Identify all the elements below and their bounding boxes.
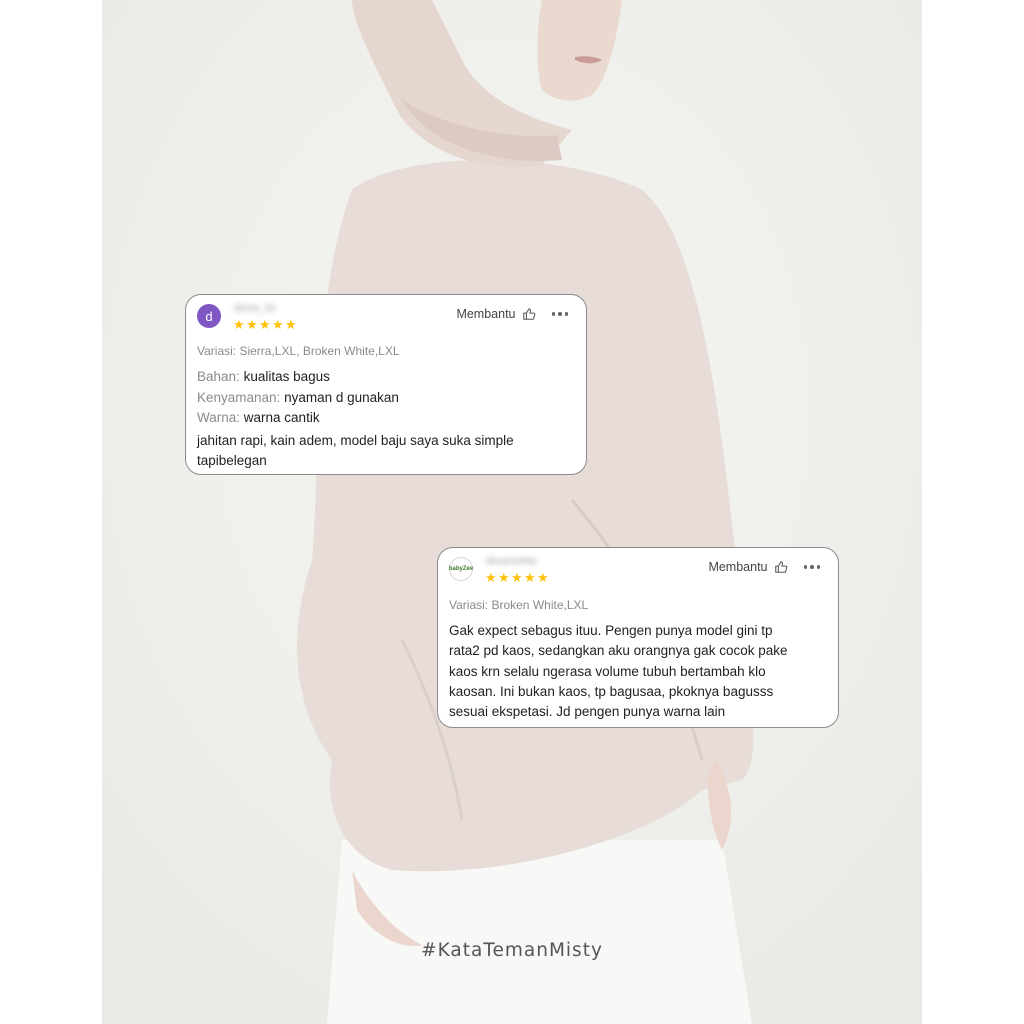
- review-text-line: kaos krn selalu ngerasa volume tubuh ber…: [449, 663, 766, 679]
- star-icon: ★: [259, 317, 271, 332]
- variation-text: Variasi: Broken White,LXL: [449, 598, 589, 612]
- review-attributes: Bahan: kualitas bagus Kenyamanan: nyaman…: [197, 367, 399, 429]
- review-text-line: jahitan rapi, kain adem, model baju saya…: [197, 433, 514, 448]
- avatar-letter: d: [205, 308, 213, 324]
- helpful-label: Membantu: [708, 560, 768, 574]
- star-icon: ★: [485, 570, 497, 585]
- hashtag-caption: #KataTemanMisty: [421, 940, 603, 961]
- attribute-key: Warna:: [197, 410, 241, 425]
- attribute-value: kualitas bagus: [243, 369, 330, 384]
- avatar-logo-text: babyZee: [448, 566, 474, 572]
- star-icon: ★: [246, 317, 258, 332]
- thumb-up-icon: [522, 308, 535, 320]
- more-options-icon[interactable]: [803, 565, 820, 569]
- avatar[interactable]: d: [197, 304, 221, 328]
- review-text-line: sesuai ekspetasi. Jd pengen punya warna …: [449, 704, 726, 720]
- star-rating: ★ ★ ★ ★ ★: [485, 570, 549, 585]
- star-icon: ★: [272, 317, 284, 332]
- star-icon: ★: [285, 317, 297, 332]
- attribute-row: Bahan: kualitas bagus: [197, 367, 399, 388]
- helpful-button[interactable]: Membantu: [708, 560, 820, 574]
- review-text-line: tapibelegan: [197, 453, 267, 469]
- model-illustration: [102, 0, 922, 1024]
- product-photo: [102, 0, 922, 1024]
- attribute-row: Kenyamanan: nyaman d gunakan: [197, 388, 399, 409]
- star-rating: ★ ★ ★ ★ ★: [233, 317, 297, 332]
- more-options-icon[interactable]: [551, 312, 568, 316]
- review-text: Gak expect sebagus ituu. Pengen punya mo…: [449, 621, 829, 722]
- helpful-button[interactable]: Membantu: [456, 307, 568, 321]
- attribute-key: Kenyamanan:: [197, 389, 281, 405]
- thumb-up-icon: [774, 561, 787, 573]
- helpful-label: Membantu: [456, 307, 516, 321]
- variation-text: Variasi: Sierra,LXL, Broken White,LXL: [197, 344, 400, 358]
- reviewer-name: dinna_16: [234, 303, 276, 314]
- review-text-line: kaosan. Ini bukan kaos, tp bagusaa, pkok…: [449, 683, 774, 699]
- review-text-line: Gak expect sebagus ituu. Pengen punya mo…: [449, 623, 773, 638]
- star-icon: ★: [511, 570, 523, 585]
- star-icon: ★: [524, 570, 536, 585]
- star-icon: ★: [537, 570, 549, 585]
- attribute-key: Bahan:: [197, 369, 240, 384]
- attribute-value: nyaman d gunakan: [284, 389, 399, 405]
- review-text-line: rata2 pd kaos, sedangkan aku orangnya ga…: [449, 643, 788, 659]
- star-icon: ★: [233, 317, 245, 332]
- avatar[interactable]: babyZee: [449, 557, 473, 581]
- attribute-value: warna cantik: [243, 410, 320, 425]
- reviewer-name: devanishka: [486, 556, 537, 567]
- attribute-row: Warna: warna cantik: [197, 408, 399, 429]
- review-card: d dinna_16 ★ ★ ★ ★ ★ Membantu Variasi: S…: [185, 294, 587, 475]
- blouse: [297, 160, 754, 872]
- review-text: jahitan rapi, kain adem, model baju saya…: [197, 431, 577, 472]
- review-card: babyZee devanishka ★ ★ ★ ★ ★ Membantu Va…: [437, 547, 839, 728]
- star-icon: ★: [498, 570, 510, 585]
